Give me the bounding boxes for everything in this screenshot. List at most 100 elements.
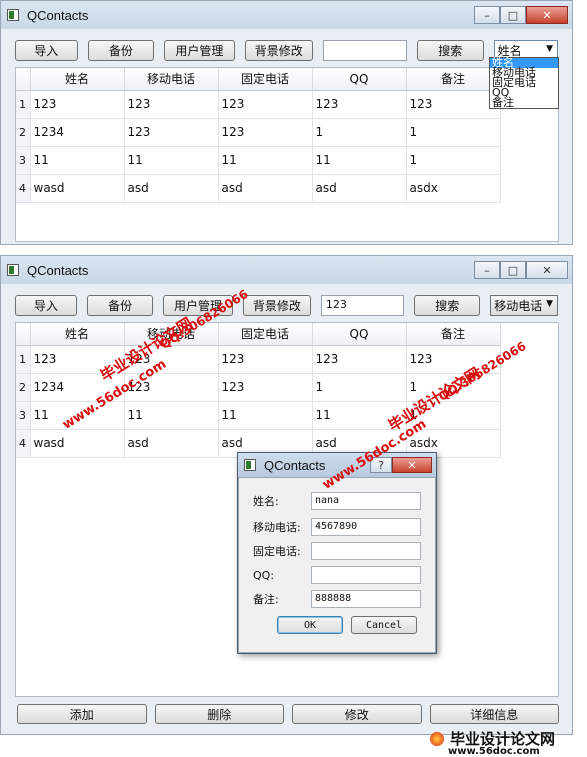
column-header[interactable]: QQ [312,68,407,91]
table-cell[interactable]: 123 [312,345,407,374]
table-row[interactable]: 4 wasd asd asd asd asdx [16,174,501,203]
backup-button[interactable]: 备份 [87,294,154,316]
select-value: 移动电话 [494,298,543,313]
phone-field[interactable] [311,542,421,560]
table-cell[interactable]: 1 [312,373,407,402]
table-cell[interactable]: asd [312,174,407,203]
table-cell[interactable]: 11 [218,401,313,430]
table-cell[interactable]: 11 [124,146,219,175]
row-number[interactable]: 1 [16,90,31,119]
column-header[interactable]: 移动电话 [124,68,219,91]
table-cell[interactable]: 123 [218,345,313,374]
contacts-table[interactable]: 姓名 移动电话 固定电话 QQ 备注 1 123 123 123 123 123… [15,67,559,242]
mobile-field[interactable]: 4567890 [311,518,421,536]
dropdown-option[interactable]: 备注 [490,97,558,108]
table-cell[interactable]: asdx [406,174,501,203]
table-cell[interactable]: 1234 [30,118,125,147]
table-cell[interactable]: 123 [30,90,125,119]
dialog-body: 姓名: nana 移动电话: 4567890 固定电话: QQ: 备注: 888… [238,477,436,653]
app-icon [7,264,19,276]
column-header[interactable]: 备注 [406,323,501,346]
field-row-qq: QQ: [253,566,421,584]
table-header: 姓名 移动电话 固定电话 QQ 备注 [16,323,501,346]
row-number[interactable]: 2 [16,373,31,402]
table-row[interactable]: 3 11 11 11 11 1 [16,146,501,175]
footer-url: www.56doc.com [448,746,540,757]
table-cell[interactable]: 123 [312,90,407,119]
window-title: QContacts [27,262,89,278]
table-cell[interactable]: asd [124,429,219,458]
column-header[interactable]: 姓名 [30,323,125,346]
table-cell[interactable]: 123 [124,118,219,147]
search-button[interactable]: 搜索 [414,294,481,316]
table-cell[interactable]: 1 [406,146,501,175]
table-cell[interactable]: 1 [406,118,501,147]
logo-icon [430,731,444,746]
column-header[interactable]: QQ [312,323,407,346]
maximize-icon[interactable]: □ [500,6,526,24]
delete-button[interactable]: 删除 [154,704,284,724]
table-cell[interactable]: 11 [124,401,219,430]
cancel-button[interactable]: Cancel [351,616,417,634]
column-header[interactable]: 备注 [406,68,501,91]
table-cell[interactable]: 11 [312,146,407,175]
action-bar: 添加 删除 修改 详细信息 [17,704,559,724]
ok-button[interactable]: OK [277,616,343,634]
row-number[interactable]: 4 [16,174,31,203]
app-icon [7,9,19,21]
field-row-note: 备注: 888888 [253,590,421,608]
table-cell[interactable]: wasd [30,174,125,203]
qq-field[interactable] [311,566,421,584]
table-cell[interactable]: asd [124,174,219,203]
import-button[interactable]: 导入 [15,294,78,316]
table-cell[interactable]: 123 [406,90,501,119]
table-cell[interactable]: 1 [312,118,407,147]
field-label: QQ: [253,568,275,582]
close-icon[interactable]: ✕ [526,261,568,279]
row-number[interactable]: 3 [16,146,31,175]
table-cell[interactable]: 123 [218,118,313,147]
row-number[interactable]: 3 [16,401,31,430]
import-button[interactable]: 导入 [15,39,78,61]
search-button[interactable]: 搜索 [417,39,484,61]
backup-button[interactable]: 备份 [87,39,155,61]
background-edit-button[interactable]: 背景修改 [244,39,313,61]
table-cell[interactable]: asd [218,174,313,203]
field-label: 姓名: [253,495,279,508]
user-manage-button[interactable]: 用户管理 [164,39,235,61]
column-header[interactable]: 姓名 [30,68,125,91]
search-input[interactable]: 123 [320,294,405,316]
corner-cell[interactable] [16,323,31,346]
corner-cell[interactable] [16,68,31,91]
table-row[interactable]: 1 123 123 123 123 123 [16,90,501,119]
table-cell[interactable]: wasd [30,429,125,458]
table-row[interactable]: 1 123 123 123 123 123 [16,345,501,374]
add-button[interactable]: 添加 [17,704,147,724]
table-cell[interactable]: 11 [218,146,313,175]
window-controls: – □ ✕ [474,261,568,279]
search-field-select[interactable]: 移动电话 ▼ [490,294,558,316]
background-edit-button[interactable]: 背景修改 [242,294,311,316]
table-cell[interactable]: 123 [218,90,313,119]
table-cell[interactable]: 123 [218,373,313,402]
column-header[interactable]: 固定电话 [218,68,313,91]
row-number[interactable]: 4 [16,429,31,458]
table-row[interactable]: 2 1234 123 123 1 1 [16,118,501,147]
table-cell[interactable]: 123 [124,90,219,119]
maximize-icon[interactable]: □ [500,261,526,279]
row-number[interactable]: 1 [16,345,31,374]
close-icon[interactable]: ✕ [392,457,432,473]
minimize-icon[interactable]: – [474,261,500,279]
note-field[interactable]: 888888 [311,590,421,608]
table-cell[interactable]: 11 [30,146,125,175]
chevron-down-icon: ▼ [546,43,553,54]
close-icon[interactable]: ✕ [526,6,568,24]
modify-button[interactable]: 修改 [292,704,422,724]
name-field[interactable]: nana [311,492,421,510]
search-input[interactable] [323,39,408,61]
minimize-icon[interactable]: – [474,6,500,24]
detail-button[interactable]: 详细信息 [429,704,559,724]
dialog-title: QContacts [264,457,326,473]
row-number[interactable]: 2 [16,118,31,147]
column-header[interactable]: 固定电话 [218,323,313,346]
